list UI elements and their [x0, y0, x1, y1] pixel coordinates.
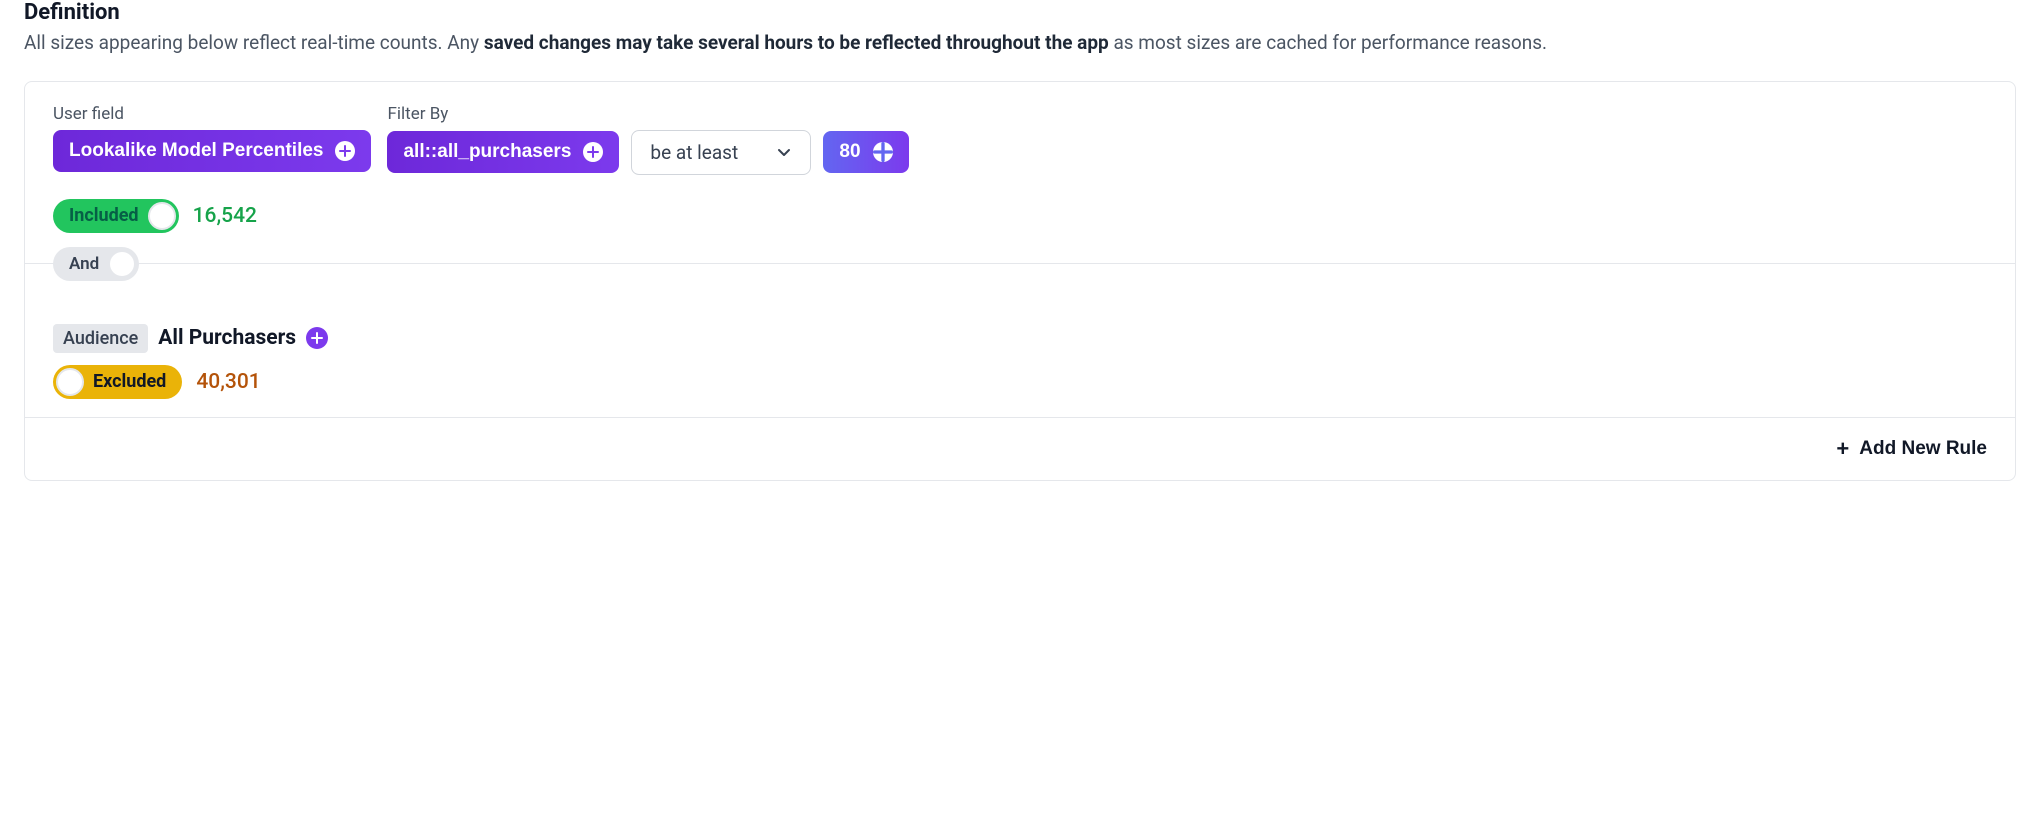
user-field-label: User field: [53, 104, 371, 124]
rules-card: User field Lookalike Model Percentiles F…: [24, 81, 2016, 481]
card-footer: + Add New Rule: [25, 417, 2015, 480]
rule-block-1: User field Lookalike Model Percentiles F…: [25, 82, 2015, 263]
filter-by-chip[interactable]: all::all_purchasers: [387, 131, 619, 173]
comparator-select[interactable]: be at least: [631, 130, 811, 175]
user-field-chip-label: Lookalike Model Percentiles: [69, 140, 323, 162]
plus-icon: +: [1836, 438, 1849, 460]
toggle-knob: [56, 368, 84, 396]
excluded-toggle-label: Excluded: [93, 371, 166, 392]
desc-suffix: as most sizes are cached for performance…: [1109, 31, 1547, 54]
toggle-knob: [108, 250, 136, 278]
rule-block-2: Audience All Purchasers Excluded 40,301: [25, 264, 2015, 417]
add-new-rule-button[interactable]: + Add New Rule: [1836, 438, 1987, 460]
plus-icon: [583, 142, 603, 162]
desc-bold: saved changes may take several hours to …: [484, 31, 1109, 54]
chevron-down-icon: [776, 144, 792, 160]
filter-by-chip-label: all::all_purchasers: [403, 141, 571, 163]
user-field-chip[interactable]: Lookalike Model Percentiles: [53, 130, 371, 172]
value-chip[interactable]: 80: [823, 131, 908, 173]
comparator-label: be at least: [650, 141, 738, 164]
excluded-toggle[interactable]: Excluded: [53, 365, 182, 399]
value-chip-label: 80: [839, 141, 860, 163]
audience-name: All Purchasers: [158, 326, 296, 350]
plus-icon: [873, 142, 893, 162]
connector-toggle[interactable]: And: [53, 247, 139, 281]
desc-prefix: All sizes appearing below reflect real-t…: [24, 31, 484, 54]
connector-label: And: [69, 254, 99, 274]
toggle-knob: [148, 202, 176, 230]
filter-by-label: Filter By: [387, 104, 908, 124]
rule1-count: 16,542: [193, 204, 257, 228]
included-toggle-label: Included: [69, 205, 139, 226]
plus-icon: [335, 141, 355, 161]
audience-plus-button[interactable]: [306, 327, 328, 349]
section-title: Definition: [24, 0, 2016, 25]
add-rule-label: Add New Rule: [1859, 438, 1987, 460]
audience-tag: Audience: [53, 324, 148, 353]
section-description: All sizes appearing below reflect real-t…: [24, 29, 2016, 57]
included-toggle[interactable]: Included: [53, 199, 179, 233]
rule2-count: 40,301: [196, 370, 260, 394]
